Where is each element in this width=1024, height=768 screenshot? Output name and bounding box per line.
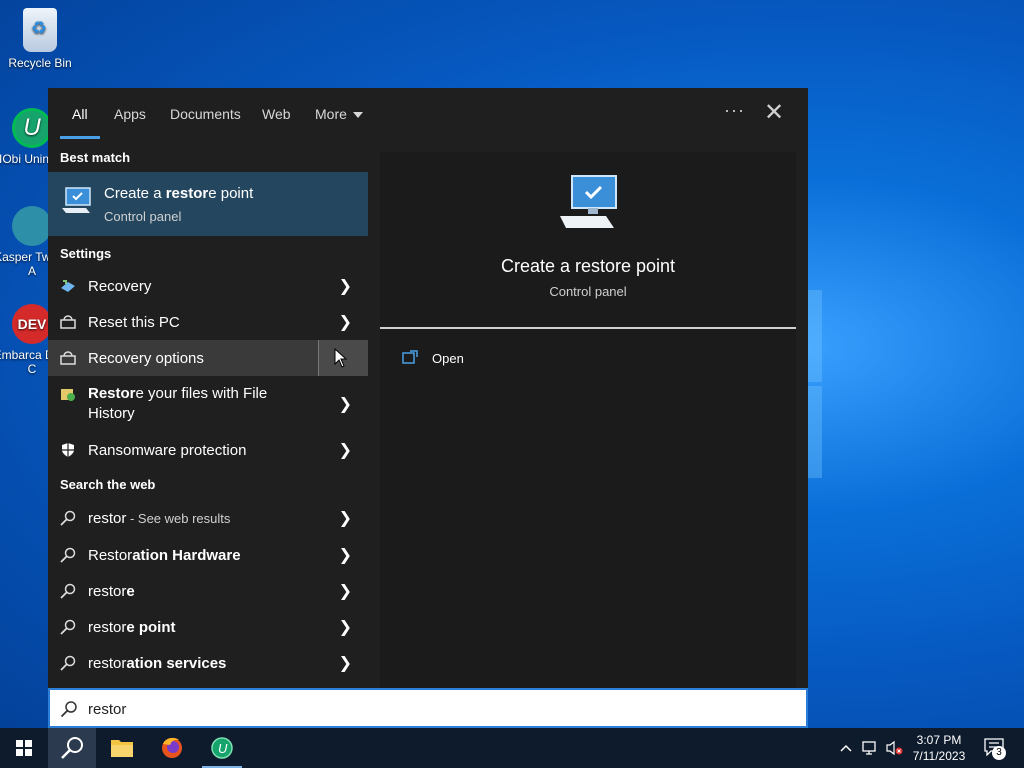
chevron-right-icon[interactable]: ❯	[339, 545, 352, 565]
search-icon	[60, 547, 76, 563]
settings-header: Settings	[60, 246, 112, 261]
preview-subtitle: Control panel	[549, 284, 627, 299]
tab-web[interactable]: Web	[262, 106, 291, 122]
taskbar-iobit-uninstaller[interactable]: U	[198, 728, 246, 768]
search-tabs: All Apps Documents Web More ··· ✕	[48, 88, 808, 140]
recycle-bin-icon	[23, 8, 57, 52]
chevron-right-icon[interactable]: ❯	[339, 581, 352, 601]
search-icon	[60, 583, 76, 599]
desktop-light-beam	[808, 290, 822, 382]
chevron-up-icon[interactable]	[838, 740, 854, 756]
more-options-icon[interactable]: ···	[724, 100, 745, 121]
tab-all[interactable]: All	[72, 106, 88, 122]
recovery-icon	[61, 280, 75, 292]
settings-item-recovery-options[interactable]: Recovery options	[48, 340, 368, 376]
search-icon	[60, 701, 77, 718]
web-result-label: restore point	[88, 619, 176, 636]
firefox-icon	[162, 737, 182, 758]
kaspersky-tweak-icon	[12, 206, 52, 246]
tab-more-label: More	[315, 106, 347, 122]
search-icon	[60, 655, 76, 671]
svg-text:U: U	[218, 741, 228, 756]
search-icon	[61, 737, 83, 759]
taskbar-file-explorer[interactable]	[98, 728, 146, 768]
clock[interactable]: 3:07 PM 7/11/2023	[906, 732, 972, 764]
web-result-label: restor - See web results	[88, 510, 231, 527]
recovery-options-icon	[60, 351, 76, 365]
settings-item-label: Recovery options	[88, 350, 204, 367]
system-properties-icon	[62, 187, 91, 213]
system-properties-icon	[560, 175, 617, 228]
search-box[interactable]: restor	[48, 688, 808, 728]
search-web-header: Search the web	[60, 477, 156, 492]
chevron-right-icon[interactable]: ❯	[339, 440, 352, 460]
desktop-icon-label: Recycle Bin	[8, 56, 72, 70]
caret-down-icon	[352, 112, 363, 119]
web-result-label: restoration services	[88, 655, 227, 672]
chevron-right-icon[interactable]: ❯	[339, 394, 352, 414]
settings-item-reset-pc[interactable]: Reset this PC ❯	[48, 304, 368, 340]
chevron-right-icon[interactable]: ❯	[339, 617, 352, 637]
chevron-right-icon[interactable]: ❯	[339, 508, 352, 528]
search-panel: All Apps Documents Web More ··· ✕ Best m…	[48, 88, 808, 728]
search-icon	[60, 619, 76, 635]
search-input[interactable]: restor	[88, 701, 126, 718]
active-tab-indicator	[60, 136, 100, 139]
best-match-header: Best match	[60, 150, 131, 165]
shield-icon	[62, 443, 74, 457]
web-result-label: restore	[88, 583, 135, 600]
chevron-right-icon[interactable]: ❯	[339, 276, 352, 296]
desktop-icon-recycle-bin[interactable]: Recycle Bin	[0, 8, 80, 70]
taskbar-search-button[interactable]	[48, 728, 96, 768]
web-result-item[interactable]: restor - See web results ❯	[48, 500, 368, 536]
chevron-right-icon[interactable]: ❯	[339, 312, 352, 332]
web-result-item[interactable]: Restoration Hardware ❯	[48, 537, 368, 573]
iobit-uninstaller-icon: U	[211, 737, 233, 759]
settings-item-label: Recovery	[88, 278, 152, 295]
best-match-result[interactable]: Create a restore point Control panel	[48, 172, 368, 236]
tab-documents[interactable]: Documents	[170, 106, 241, 122]
mouse-cursor-icon	[334, 348, 348, 368]
settings-item-file-history[interactable]: Restore your files with File History ❯	[48, 376, 368, 432]
preview-pane: Create a restore point Control panel Ope…	[380, 152, 796, 688]
taskbar-firefox[interactable]	[148, 728, 196, 768]
web-result-label: Restoration Hardware	[88, 547, 241, 564]
reset-pc-icon	[60, 315, 76, 329]
clock-time: 3:07 PM	[916, 733, 962, 747]
tab-more[interactable]: More	[315, 106, 363, 122]
settings-item-label: Reset this PC	[88, 314, 180, 331]
start-button[interactable]	[0, 728, 48, 768]
settings-item-ransomware[interactable]: Ransomware protection ❯	[48, 432, 368, 468]
notification-count-badge: 3	[992, 746, 1006, 760]
iobit-uninstaller-icon: U	[12, 108, 52, 148]
windows-logo-icon	[16, 740, 32, 756]
file-history-icon	[61, 389, 75, 401]
volume-muted-icon[interactable]	[886, 740, 904, 756]
network-icon[interactable]	[862, 740, 880, 756]
best-match-subtitle: Control panel	[104, 209, 182, 224]
taskbar: U 3:07 PM 7/11/2023 3	[0, 728, 1024, 768]
open-label: Open	[432, 351, 464, 366]
close-icon[interactable]: ✕	[764, 98, 784, 127]
best-match-title: Create a restore point	[104, 185, 254, 202]
search-icon	[60, 510, 76, 526]
settings-item-label: Restore your files with File History	[88, 385, 268, 422]
clock-date: 7/11/2023	[912, 749, 966, 763]
settings-item-label: Ransomware protection	[88, 442, 247, 459]
desktop-light-beam	[808, 386, 822, 478]
devc-icon: DEV	[12, 304, 52, 344]
web-result-item[interactable]: restoration services ❯	[48, 645, 368, 681]
folder-icon	[111, 740, 133, 757]
web-result-item[interactable]: restore ❯	[48, 573, 368, 609]
open-icon	[402, 350, 418, 364]
preview-divider	[380, 327, 796, 329]
chevron-right-icon[interactable]: ❯	[339, 653, 352, 673]
tab-apps[interactable]: Apps	[114, 106, 146, 122]
settings-item-recovery[interactable]: Recovery ❯	[48, 268, 368, 304]
web-result-item[interactable]: restore point ❯	[48, 609, 368, 645]
preview-title: Create a restore point	[500, 256, 676, 276]
